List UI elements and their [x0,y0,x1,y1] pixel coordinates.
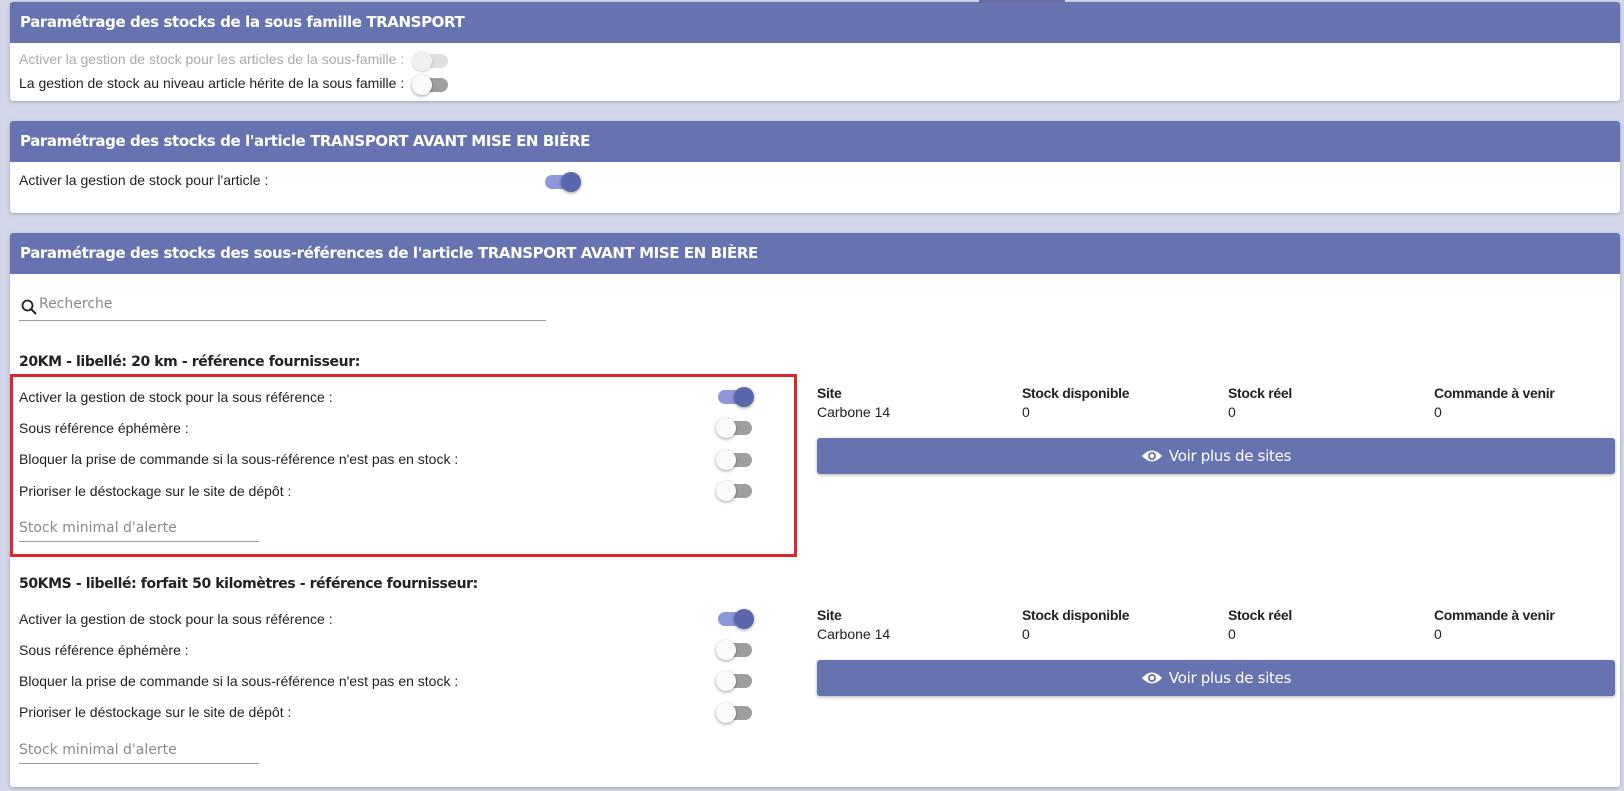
subfamily-panel-title: Paramétrage des stocks de la sous famill… [10,2,1620,43]
available-stock-cell: 0 [1022,404,1030,420]
subfamily-inherit-toggle[interactable] [412,74,450,96]
highlight-box [10,374,797,557]
subref-2-min-stock-field [19,736,259,764]
article-stock-panel: Paramétrage des stocks de l'article TRAN… [10,121,1620,213]
site-header: Site [817,607,842,623]
search-input[interactable] [39,293,539,315]
site-cell: Carbone 14 [817,404,891,420]
subref-2-ephemeral-toggle[interactable] [716,639,754,661]
subref-1-more-sites-button[interactable]: Voir plus de sites [817,438,1615,474]
upcoming-order-header: Commande à venir [1434,607,1555,623]
subref-2-ephemeral-label: Sous référence éphémère : [19,642,189,658]
site-cell: Carbone 14 [817,626,891,642]
subref-1-title: 20KM - libellé: 20 km - référence fourni… [19,354,360,370]
real-stock-cell: 0 [1228,404,1236,420]
available-stock-header: Stock disponible [1022,385,1130,401]
eye-icon [1141,672,1162,684]
article-enable-toggle[interactable] [543,171,581,193]
eye-icon [1141,450,1162,462]
subfamily-enable-label: Activer la gestion de stock pour les art… [19,51,405,67]
subref-2-title: 50KMS - libellé: forfait 50 kilomètres -… [19,576,478,592]
available-stock-header: Stock disponible [1022,607,1130,623]
upcoming-order-header: Commande à venir [1434,385,1555,401]
more-sites-label: Voir plus de sites [1168,669,1292,687]
subref-2-block-toggle[interactable] [716,670,754,692]
subref-2-more-sites-button[interactable]: Voir plus de sites [817,660,1615,696]
upcoming-order-cell: 0 [1434,626,1442,642]
subfamily-enable-toggle[interactable] [412,50,450,72]
real-stock-header: Stock réel [1228,607,1292,623]
real-stock-cell: 0 [1228,626,1236,642]
upcoming-order-cell: 0 [1434,404,1442,420]
search-icon [21,299,37,315]
article-enable-label: Activer la gestion de stock pour l'artic… [19,172,269,188]
subref-2-prioritize-toggle[interactable] [716,702,754,724]
real-stock-header: Stock réel [1228,385,1292,401]
subref-2-block-label: Bloquer la prise de commande si la sous-… [19,673,459,689]
subref-2-min-stock-input[interactable] [19,740,257,760]
subref-2-enable-label: Activer la gestion de stock pour la sous… [19,611,333,627]
subfamily-inherit-label: La gestion de stock au niveau article hé… [19,75,405,91]
subfamily-stock-panel: Paramétrage des stocks de la sous famill… [10,2,1620,101]
article-panel-title: Paramétrage des stocks de l'article TRAN… [10,121,1620,162]
more-sites-label: Voir plus de sites [1168,447,1292,465]
subref-2-prioritize-label: Prioriser le déstockage sur le site de d… [19,704,292,720]
subref-2-enable-toggle[interactable] [716,608,754,630]
site-header: Site [817,385,842,401]
available-stock-cell: 0 [1022,626,1030,642]
subref-search-field [19,287,546,321]
subref-panel-title: Paramétrage des stocks des sous-référenc… [10,233,1620,274]
